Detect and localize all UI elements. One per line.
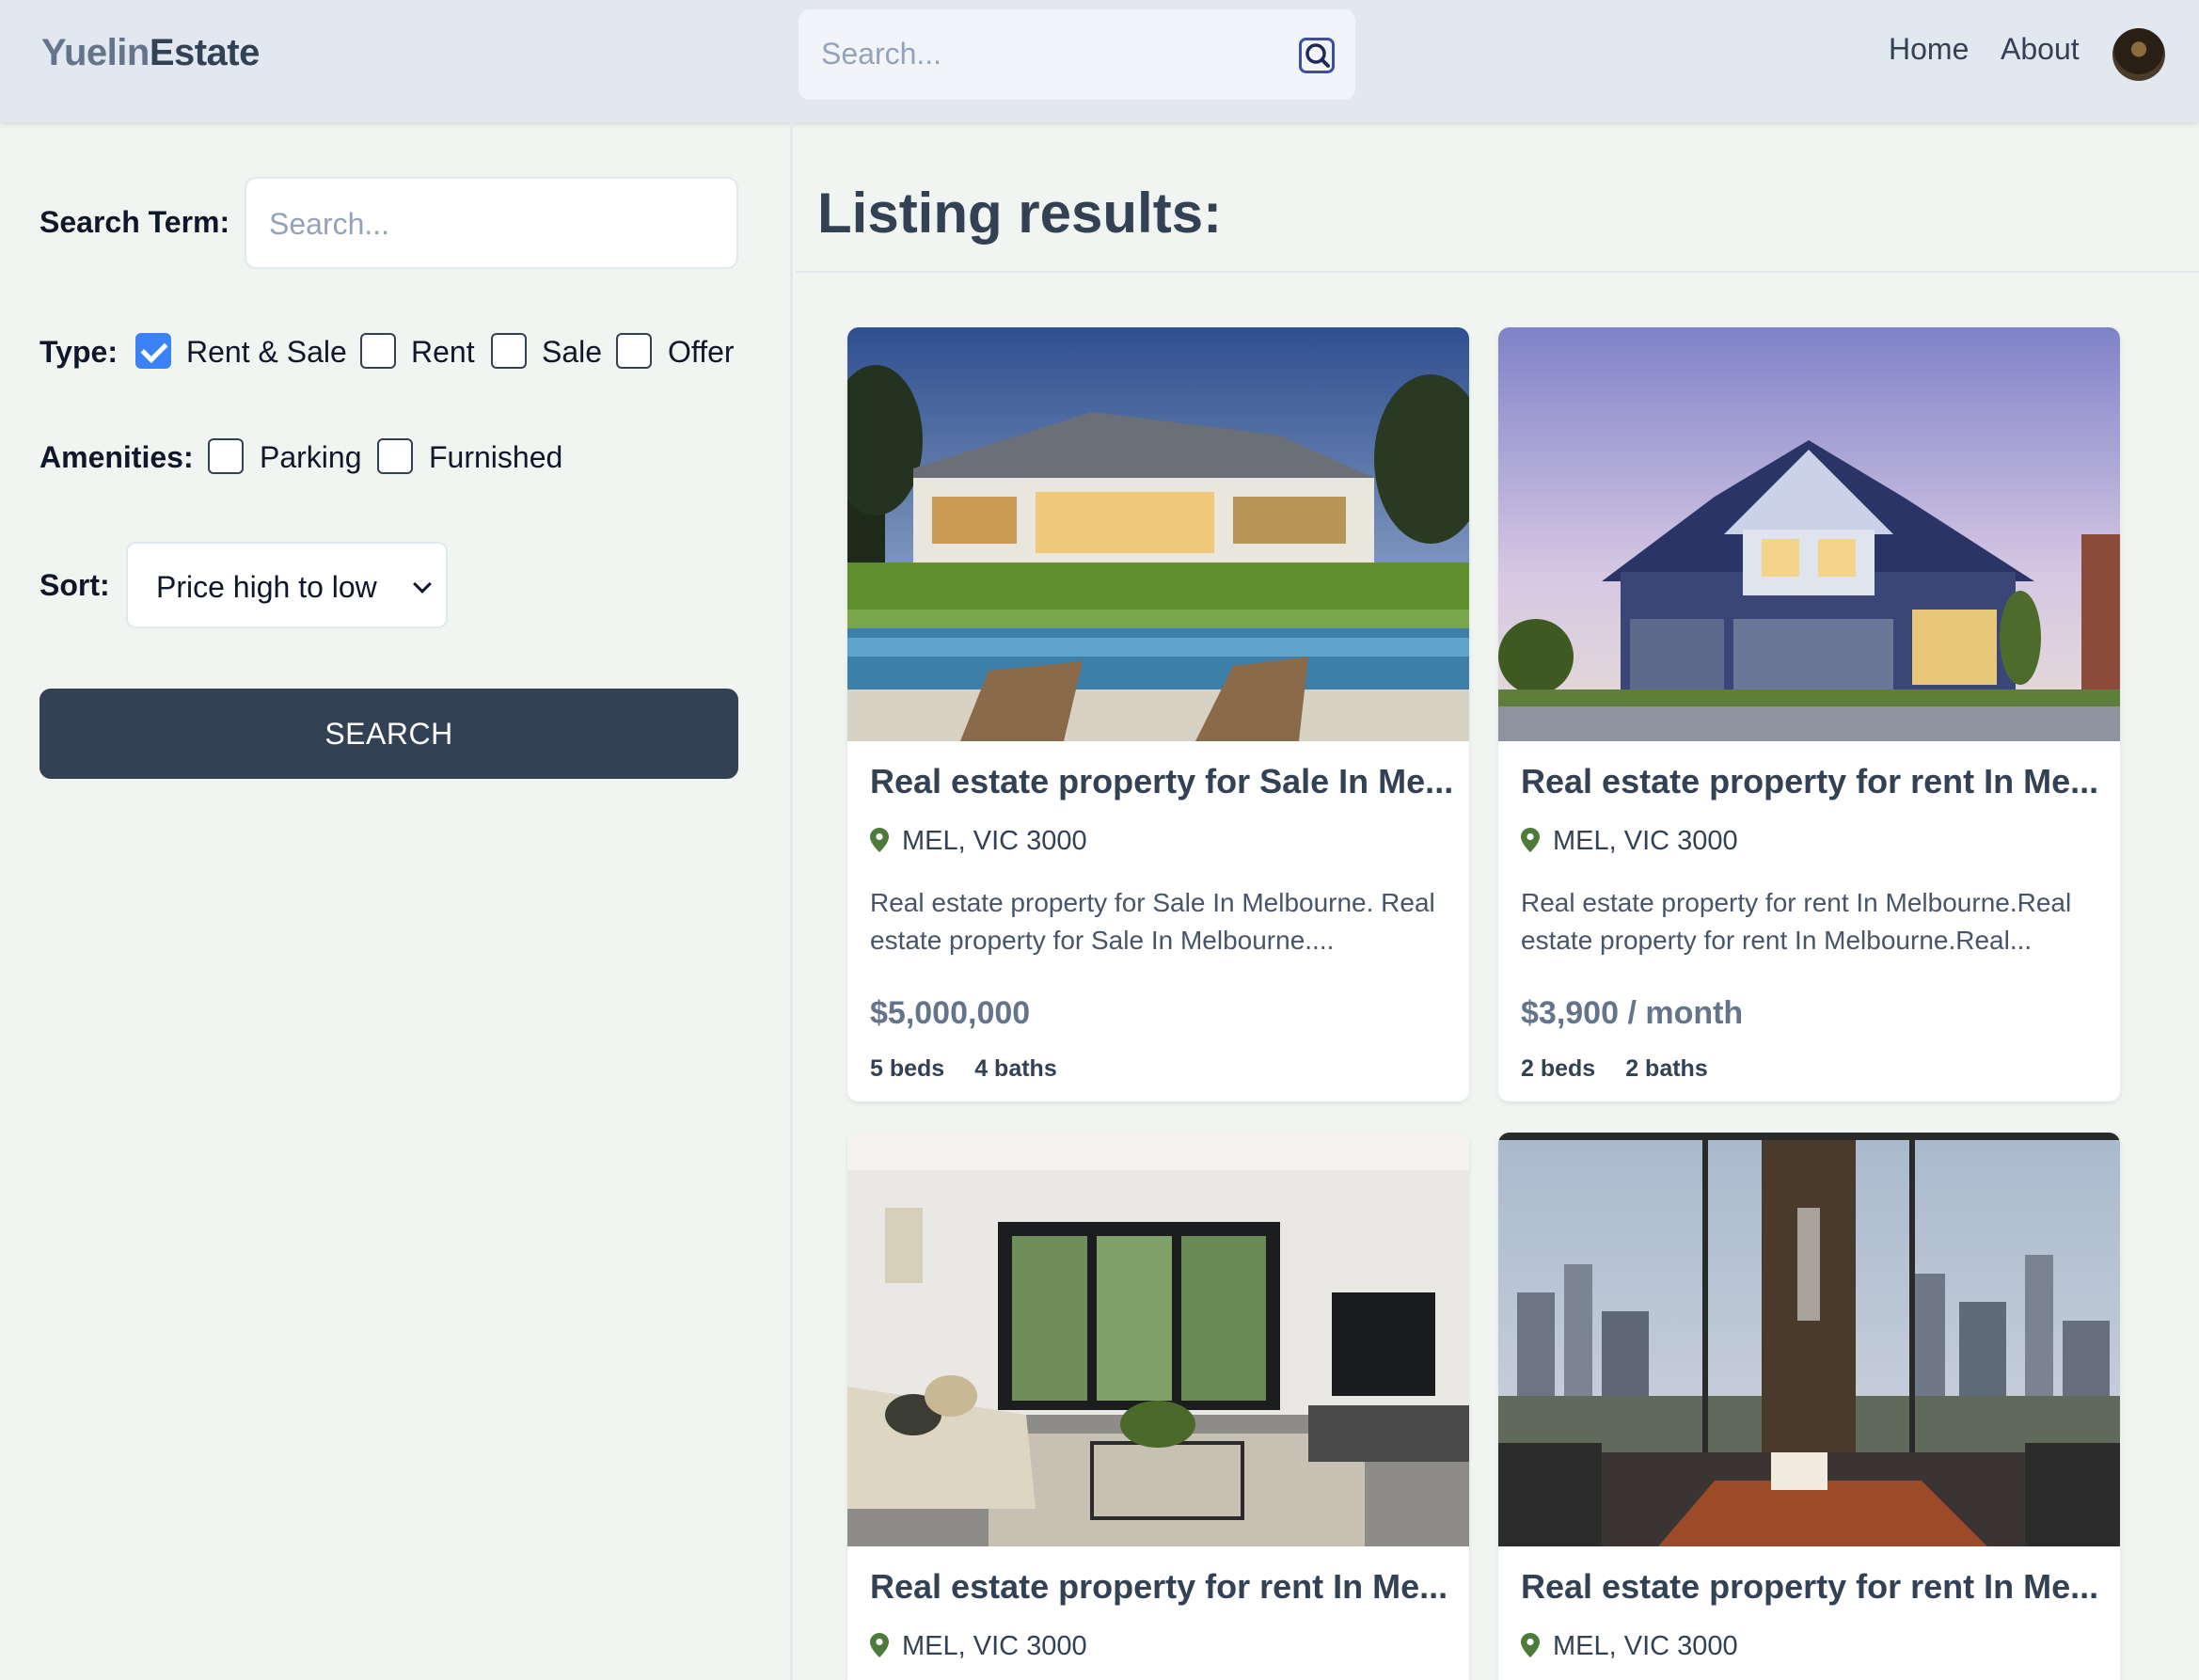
sort-label: Sort:	[40, 568, 110, 602]
listing-title[interactable]: Real estate property for Sale In Me...	[870, 762, 1453, 801]
search-button[interactable]: SEARCH	[40, 689, 738, 779]
avatar[interactable]	[2112, 28, 2165, 81]
type-rent-checkbox[interactable]	[360, 333, 396, 369]
listing-location: MEL, VIC 3000	[1521, 1631, 1738, 1662]
page-title: Listing results:	[817, 182, 1223, 245]
amenity-parking-checkbox[interactable]	[208, 438, 244, 474]
header-search-placeholder: Search...	[821, 37, 942, 71]
listing-card[interactable]: Real estate property for rent In Me... M…	[1498, 1133, 2120, 1680]
location-pin-icon	[870, 1633, 889, 1657]
listing-beds: 2 beds	[1521, 1055, 1596, 1082]
chevron-down-icon	[413, 575, 432, 594]
nav-home-link[interactable]: Home	[1889, 32, 1969, 67]
listing-location: MEL, VIC 3000	[870, 1631, 1087, 1662]
listing-location-text: MEL, VIC 3000	[902, 826, 1087, 856]
type-rent-sale-checkbox[interactable]	[135, 333, 171, 369]
listing-location-text: MEL, VIC 3000	[902, 1631, 1087, 1661]
header-search-input[interactable]: Search...	[799, 9, 1355, 100]
listing-image[interactable]	[847, 327, 1469, 741]
listing-location: MEL, VIC 3000	[1521, 826, 1738, 857]
sort-selected-value: Price high to low	[156, 570, 377, 604]
location-pin-icon	[1521, 828, 1540, 852]
type-offer-label: Offer	[668, 335, 735, 369]
listing-card[interactable]: Real estate property for Sale In Me... M…	[847, 327, 1469, 1102]
type-rent-label: Rent	[411, 335, 475, 369]
location-pin-icon	[1521, 1633, 1540, 1657]
amenities-label: Amenities:	[40, 440, 194, 474]
location-pin-icon	[870, 828, 889, 852]
search-term-placeholder: Search...	[269, 207, 390, 241]
logo-part1: Yuelin	[41, 32, 150, 73]
listing-card[interactable]: Real estate property for rent In Me... M…	[847, 1133, 1469, 1680]
listing-location-text: MEL, VIC 3000	[1553, 826, 1738, 856]
amenity-furnished-label: Furnished	[429, 440, 563, 474]
listing-price: $3,900 / month	[1521, 995, 1744, 1031]
top-nav-bar: YuelinEstate Search... Home About	[0, 0, 2199, 122]
type-offer-checkbox[interactable]	[616, 333, 652, 369]
sort-select[interactable]: Price high to low	[126, 542, 448, 628]
listing-title[interactable]: Real estate property for rent In Me...	[1521, 762, 2098, 801]
listing-card[interactable]: Real estate property for rent In Me... M…	[1498, 327, 2120, 1102]
listing-image[interactable]	[847, 1133, 1469, 1546]
type-label: Type:	[40, 335, 118, 369]
listing-location: MEL, VIC 3000	[870, 826, 1087, 857]
listing-image[interactable]	[1498, 1133, 2120, 1546]
listing-price: $5,000,000	[870, 995, 1031, 1031]
listing-description: Real estate property for rent In Melbour…	[1521, 888, 2072, 955]
listing-location-text: MEL, VIC 3000	[1553, 1631, 1738, 1661]
listing-title[interactable]: Real estate property for rent In Me...	[1521, 1567, 2098, 1607]
listing-beds: 5 beds	[870, 1055, 945, 1082]
search-icon[interactable]	[1299, 38, 1335, 73]
type-sale-checkbox[interactable]	[491, 333, 527, 369]
listing-baths: 4 baths	[974, 1055, 1057, 1082]
type-sale-label: Sale	[542, 335, 603, 369]
divider	[796, 271, 2199, 273]
listing-image[interactable]	[1498, 327, 2120, 741]
listing-description: Real estate property for Sale In Melbour…	[870, 888, 1435, 955]
listing-baths: 2 baths	[1625, 1055, 1708, 1082]
search-term-label: Search Term:	[40, 205, 230, 239]
listing-results-panel: Listing results: Real estate property fo…	[796, 122, 2199, 1680]
search-term-input[interactable]: Search...	[245, 177, 738, 269]
type-rent-sale-label: Rent & Sale	[186, 335, 347, 369]
listing-meta: 2 beds 2 baths	[1521, 1055, 1708, 1083]
listing-title[interactable]: Real estate property for rent In Me...	[870, 1567, 1448, 1607]
nav-about-link[interactable]: About	[2001, 32, 2080, 67]
filter-sidebar: Search Term: Search... Type: Rent & Sale…	[0, 122, 793, 1680]
site-logo[interactable]: YuelinEstate	[41, 32, 260, 74]
amenity-parking-label: Parking	[260, 440, 362, 474]
amenity-furnished-checkbox[interactable]	[377, 438, 413, 474]
listing-meta: 5 beds 4 baths	[870, 1055, 1057, 1083]
logo-part2: Estate	[149, 32, 261, 73]
